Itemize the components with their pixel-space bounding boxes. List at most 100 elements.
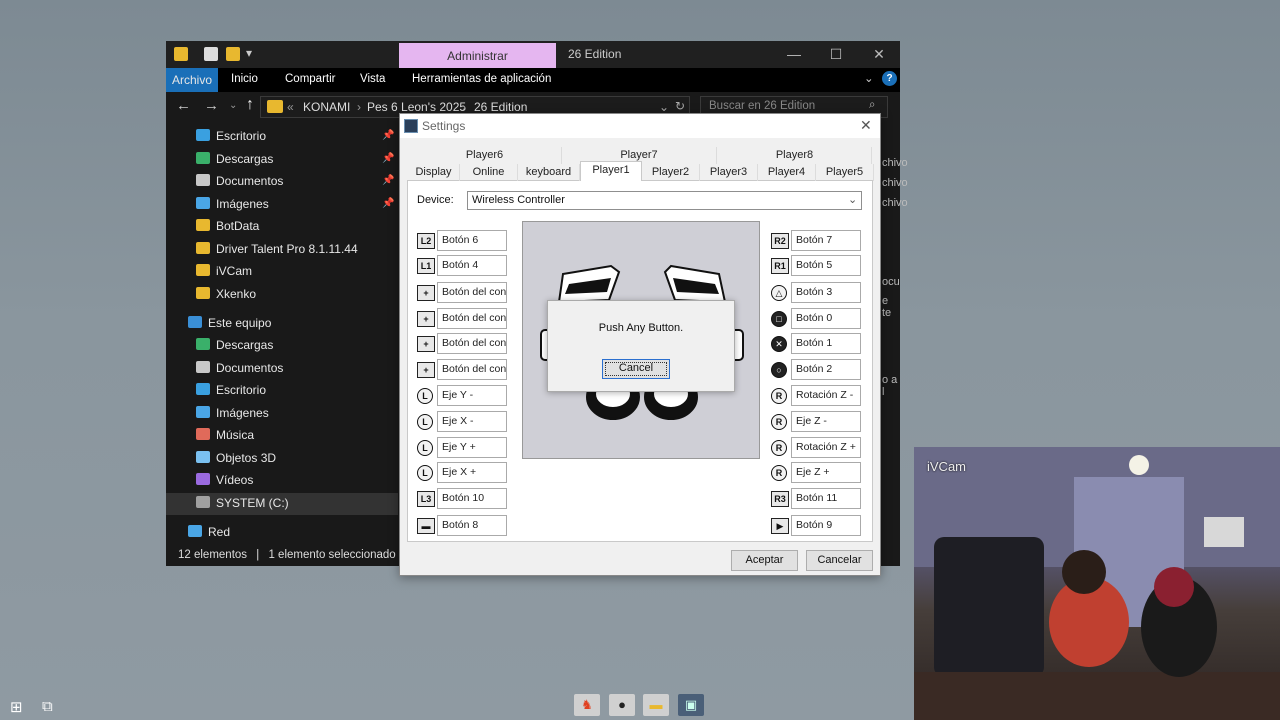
nav-item[interactable]: Objetos 3D (196, 447, 406, 469)
folder-icon (196, 450, 210, 463)
ribbon-collapse-icon[interactable]: ⌄ (864, 71, 874, 85)
nav-item-label: Documentos (216, 360, 284, 375)
left-binding-field[interactable]: Eje Y - (437, 385, 507, 406)
cancelar-button[interactable]: Cancelar (806, 550, 873, 571)
push-cancel-button[interactable]: Cancel (602, 359, 670, 379)
left-binding-field[interactable]: Eje X - (437, 411, 507, 432)
left-binding-field[interactable]: Botón 4 (437, 255, 507, 276)
file-explorer-icon[interactable]: ▬ (643, 694, 669, 716)
tab-keyboard[interactable]: keyboard (518, 164, 580, 181)
new-folder-icon[interactable] (226, 47, 240, 61)
nav-item[interactable]: SYSTEM (C:) (196, 492, 406, 514)
left-binding-icon: + (417, 311, 435, 327)
ribbon-tab-vista[interactable]: Vista (360, 73, 385, 85)
nav-item-label: Escritorio (216, 129, 267, 143)
up-arrow-icon[interactable]: ↑ (246, 96, 254, 114)
tab-player6[interactable]: Player6 (408, 147, 562, 164)
right-binding-field[interactable]: Botón 11 (791, 488, 861, 509)
nav-item[interactable]: Documentos (196, 357, 406, 379)
brave-browser-icon[interactable]: ♞ (574, 694, 600, 716)
left-binding-field[interactable]: Eje Y + (437, 437, 507, 458)
app-icon (404, 119, 418, 133)
tab-player3[interactable]: Player3 (700, 164, 758, 181)
task-view-icon[interactable]: ⧉ (42, 698, 53, 715)
address-dropdown-icon[interactable]: ⌄ (659, 100, 669, 114)
right-binding-field[interactable]: Botón 7 (791, 230, 861, 251)
nav-item[interactable]: Descargas (196, 334, 406, 356)
nav-item[interactable]: Escritorio (196, 125, 406, 147)
nav-this-pc[interactable]: Este equipo (188, 312, 398, 334)
tab-online[interactable]: Online (460, 164, 518, 181)
qat-dropdown-icon[interactable]: ▾ (246, 46, 252, 60)
tab-player5[interactable]: Player5 (816, 164, 874, 181)
nav-item[interactable]: Descargas (196, 148, 406, 170)
right-binding-field[interactable]: Botón 5 (791, 255, 861, 276)
nav-item[interactable]: Imágenes (196, 402, 406, 424)
left-binding-field[interactable]: Eje X + (437, 462, 507, 483)
tab-player8[interactable]: Player8 (718, 147, 872, 164)
maximize-icon[interactable]: ☐ (826, 44, 846, 64)
pes-settings-icon[interactable]: ▣ (678, 694, 704, 716)
help-icon[interactable]: ? (882, 71, 897, 86)
nav-item[interactable]: BotData (196, 215, 406, 237)
close-icon[interactable]: ✕ (869, 44, 889, 64)
left-binding-field[interactable]: Botón del con (437, 359, 507, 380)
breadcrumb-26edition[interactable]: 26 Edition (474, 100, 527, 114)
tab-display[interactable]: Display (408, 164, 460, 181)
nav-item[interactable]: Documentos (196, 170, 406, 192)
refresh-icon[interactable]: ↻ (675, 99, 685, 113)
right-binding-icon: R (771, 388, 787, 404)
right-binding-field[interactable]: Botón 9 (791, 515, 861, 536)
nav-item[interactable]: iVCam (196, 260, 406, 282)
tab-player4[interactable]: Player4 (758, 164, 816, 181)
device-select[interactable]: Wireless Controller ⌄ (467, 191, 862, 210)
left-binding-field[interactable]: Botón del con (437, 333, 507, 354)
right-binding-icon: R1 (771, 258, 789, 274)
breadcrumb-konami[interactable]: KONAMI (303, 100, 350, 114)
nav-item[interactable]: Imágenes (196, 193, 406, 215)
nav-network[interactable]: Red (188, 521, 398, 543)
breadcrumb-separator-icon: › (462, 100, 466, 114)
breadcrumb-pes6[interactable]: Pes 6 Leon's 2025 (367, 100, 466, 114)
right-binding-field[interactable]: Rotación Z - (791, 385, 861, 406)
right-binding-field[interactable]: Botón 1 (791, 333, 861, 354)
ribbon-tab-compartir[interactable]: Compartir (285, 73, 335, 85)
media-app-icon[interactable]: ● (609, 694, 635, 716)
nav-item[interactable]: Vídeos (196, 469, 406, 491)
folder-icon (267, 100, 283, 113)
nav-item[interactable]: Música (196, 424, 406, 446)
settings-title: Settings (422, 119, 466, 133)
left-binding-field[interactable]: Botón 8 (437, 515, 507, 536)
right-binding-field[interactable]: Eje Z + (791, 462, 861, 483)
right-binding-field[interactable]: Botón 2 (791, 359, 861, 380)
left-binding-field[interactable]: Botón 6 (437, 230, 507, 251)
nav-item[interactable]: Driver Talent Pro 8.1.11.44 (196, 238, 406, 260)
nav-item[interactable]: Escritorio (196, 379, 406, 401)
back-arrow-icon[interactable]: ← (176, 97, 191, 114)
minimize-icon[interactable]: — (784, 44, 804, 64)
ribbon-tab-inicio[interactable]: Inicio (231, 73, 258, 85)
right-binding-field[interactable]: Rotación Z + (791, 437, 861, 458)
ribbon-tab-herramientas[interactable]: Herramientas de aplicación (412, 73, 551, 85)
pin-icon: 📌 (382, 130, 395, 141)
left-binding-field[interactable]: Botón del con (437, 308, 507, 329)
ribbon-tab-archivo[interactable]: Archivo (166, 68, 218, 92)
right-binding-field[interactable]: Botón 3 (791, 282, 861, 303)
tab-administrar[interactable]: Administrar (399, 43, 556, 70)
right-binding-field[interactable]: Botón 0 (791, 308, 861, 329)
left-binding-field[interactable]: Botón 10 (437, 488, 507, 509)
forward-arrow-icon[interactable]: → (204, 97, 219, 114)
properties-icon[interactable] (204, 47, 218, 61)
left-binding-field[interactable]: Botón del con (437, 282, 507, 303)
windows-start-icon[interactable]: ⊞ (10, 698, 23, 716)
close-icon[interactable]: ✕ (860, 117, 872, 134)
right-binding-field[interactable]: Eje Z - (791, 411, 861, 432)
tab-player1[interactable]: Player1 (580, 161, 642, 181)
search-icon[interactable]: ⌕ (869, 99, 875, 112)
webcam-label: iVCam (927, 459, 967, 474)
nav-item-label: Documentos (216, 174, 284, 188)
nav-item[interactable]: Xkenko (196, 283, 406, 305)
tab-player2[interactable]: Player2 (642, 164, 700, 181)
aceptar-button[interactable]: Aceptar (731, 550, 798, 571)
recent-dropdown-icon[interactable]: ⌄ (229, 100, 237, 111)
